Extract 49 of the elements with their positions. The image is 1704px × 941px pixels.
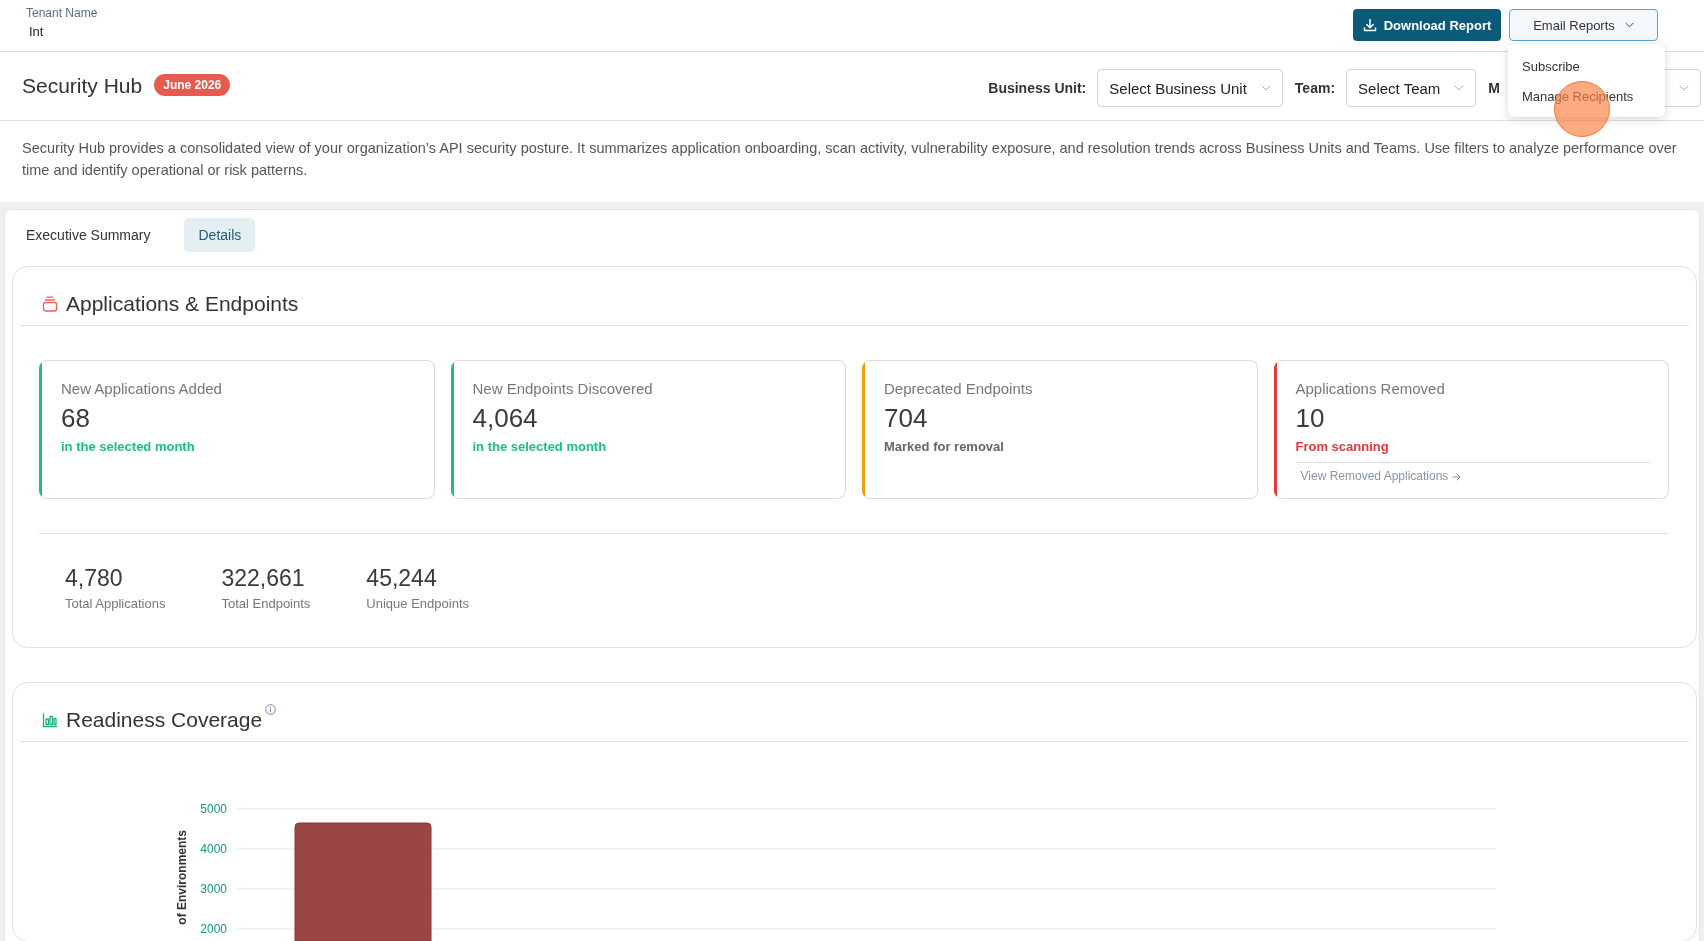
download-report-button[interactable]: Download Report (1353, 9, 1501, 41)
y-axis-title: of Environments (175, 830, 189, 925)
filter-label: Business Unit: (988, 80, 1087, 96)
info-icon[interactable] (265, 704, 277, 715)
metric-label: Deprecated Endpoints (884, 380, 1033, 398)
metric-note: Marked for removal (884, 439, 1004, 455)
filter-select[interactable]: Select Business Unit (1097, 69, 1283, 107)
metric-label: Applications Removed (1295, 380, 1445, 398)
metric-label: New Applications Added (61, 380, 222, 398)
tenant-name: Int (29, 24, 44, 40)
bar-chart-icon (42, 712, 58, 728)
arrow-right-icon (1452, 472, 1462, 481)
page-title: Security Hub (22, 74, 143, 98)
y-tick-label: 2000 (200, 922, 227, 936)
metric-label: New Endpoints Discovered (472, 380, 653, 398)
total-label: Total Endpoints (221, 596, 311, 612)
filter-label: Team: (1294, 80, 1336, 96)
metric-value: 4,064 (472, 403, 538, 433)
y-tick-label: 5000 (200, 802, 227, 816)
metric-note: From scanning (1295, 439, 1389, 455)
y-tick-label: 4000 (200, 842, 227, 856)
email-reports-button[interactable]: Email Reports (1509, 9, 1658, 41)
tab[interactable]: Executive Summary (12, 218, 165, 252)
chevron-down-icon (1624, 22, 1634, 28)
layers-icon (42, 296, 58, 312)
tenant-label: Tenant Name (26, 6, 98, 21)
section-title: Applications & Endpoints (66, 291, 299, 317)
metric-value: 68 (61, 403, 90, 433)
menu-item[interactable]: Subscribe (1508, 51, 1665, 81)
metric-value: 704 (884, 403, 928, 433)
filter-label: M (1488, 80, 1500, 96)
section-title: Readiness Coverage (66, 707, 263, 733)
total-value: 4,780 (65, 564, 123, 592)
description-text: Security Hub provides a consolidated view of your organization’s API security posture. It summarizes application onboarding, scan activity, vulnerability exposure, and resolution trends across Business Units and Teams. Use filters to analyze performance over time and identify operational or risk patterns. (21, 139, 1678, 180)
total-value: 45,244 (366, 564, 437, 592)
tab[interactable]: Details (184, 218, 256, 252)
chevron-down-icon (1679, 85, 1689, 91)
total-label: Total Applications (65, 596, 166, 612)
download-icon (1362, 18, 1377, 32)
y-tick-label: 3000 (200, 882, 227, 896)
metric-note: in the selected month (61, 439, 195, 455)
metric-value: 10 (1295, 403, 1325, 433)
chevron-down-icon (1454, 85, 1465, 91)
filter-select[interactable]: Select Team (1346, 69, 1477, 107)
metric-note: in the selected month (472, 439, 607, 455)
month-badge: June 2026 (154, 73, 231, 96)
total-value: 322,661 (221, 564, 305, 592)
total-label: Unique Endpoints (366, 596, 469, 612)
chevron-down-icon (1260, 85, 1271, 91)
